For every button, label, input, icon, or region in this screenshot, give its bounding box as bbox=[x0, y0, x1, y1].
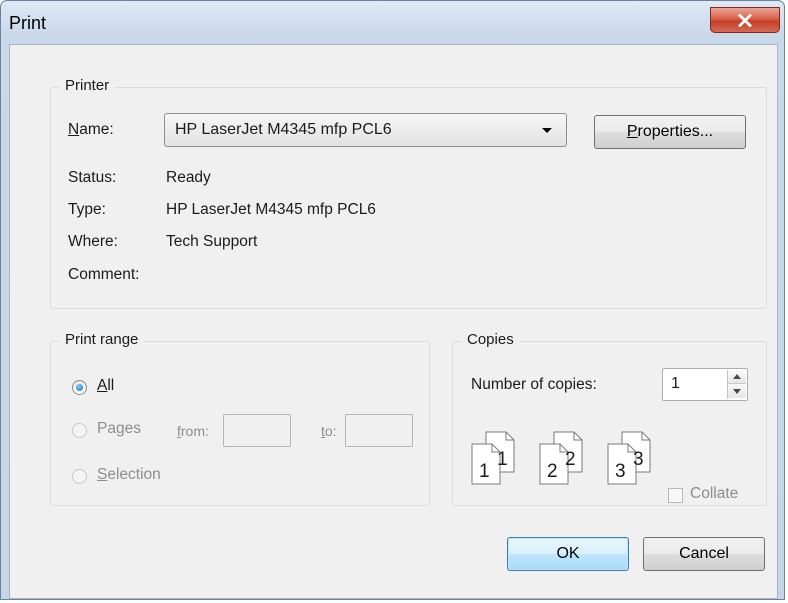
copies-group-title: Copies bbox=[461, 331, 520, 348]
printer-group-title: Printer bbox=[59, 77, 116, 94]
collate-checkbox[interactable] bbox=[668, 488, 683, 503]
to-page-input[interactable] bbox=[345, 414, 413, 447]
from-label: from: bbox=[177, 423, 209, 439]
selection-label[interactable]: Selection bbox=[97, 466, 161, 484]
properties-button-label: Properties... bbox=[626, 123, 714, 140]
close-icon bbox=[738, 13, 752, 27]
print-range-group-title: Print range bbox=[59, 331, 145, 348]
all-radio[interactable] bbox=[72, 380, 87, 395]
pages-radio[interactable] bbox=[72, 423, 87, 438]
comment-label: Comment: bbox=[68, 266, 140, 283]
collate-page-label: 3 bbox=[615, 461, 626, 482]
cancel-button[interactable]: Cancel bbox=[643, 537, 765, 571]
pages-label[interactable]: Pages bbox=[97, 420, 141, 438]
arrow-down-icon bbox=[733, 388, 741, 394]
type-label: Type: bbox=[68, 201, 106, 218]
cancel-button-label: Cancel bbox=[679, 545, 729, 562]
collate-page-label: 3 bbox=[633, 449, 644, 470]
chevron-down-icon[interactable] bbox=[542, 128, 552, 133]
name-label: Name: bbox=[68, 121, 114, 138]
where-label: Where: bbox=[68, 233, 118, 250]
close-button[interactable] bbox=[710, 7, 780, 33]
status-value: Ready bbox=[166, 169, 211, 186]
spin-up-button[interactable] bbox=[728, 370, 746, 384]
arrow-up-icon bbox=[733, 374, 741, 379]
all-label[interactable]: All bbox=[97, 377, 114, 395]
dialog-body: Printer Name: HP LaserJet M4345 mfp PCL6… bbox=[9, 44, 778, 599]
collate-label[interactable]: Collate bbox=[690, 485, 738, 503]
from-page-input[interactable] bbox=[223, 414, 291, 447]
collate-page-label: 1 bbox=[497, 449, 508, 470]
number-of-copies-label: Number of copies: bbox=[471, 376, 597, 393]
where-value: Tech Support bbox=[166, 233, 258, 250]
collate-page-label: 2 bbox=[547, 461, 558, 482]
spin-buttons bbox=[727, 370, 746, 399]
copies-spinner[interactable]: 1 bbox=[662, 368, 748, 401]
status-label: Status: bbox=[68, 169, 117, 186]
properties-button[interactable]: Properties... bbox=[594, 115, 746, 149]
print-dialog: Print Printer Name: HP LaserJet M4345 mf… bbox=[0, 0, 785, 600]
collate-pages-icon: 1 1 2 2 3 3 bbox=[468, 428, 654, 486]
copies-value[interactable]: 1 bbox=[671, 375, 680, 393]
window-title: Print bbox=[9, 13, 47, 33]
to-label: to: bbox=[321, 423, 337, 439]
spin-down-button[interactable] bbox=[728, 384, 746, 398]
collate-pages-graphic bbox=[471, 431, 651, 485]
ok-button-label: OK bbox=[556, 545, 580, 562]
type-value: HP LaserJet M4345 mfp PCL6 bbox=[166, 201, 376, 218]
collate-page-label: 2 bbox=[565, 449, 576, 470]
ok-button[interactable]: OK bbox=[507, 537, 629, 571]
printer-name-value: HP LaserJet M4345 mfp PCL6 bbox=[175, 121, 392, 138]
collate-page-label: 1 bbox=[479, 461, 490, 482]
printer-name-select[interactable]: HP LaserJet M4345 mfp PCL6 bbox=[164, 113, 567, 147]
selection-radio[interactable] bbox=[72, 469, 87, 484]
